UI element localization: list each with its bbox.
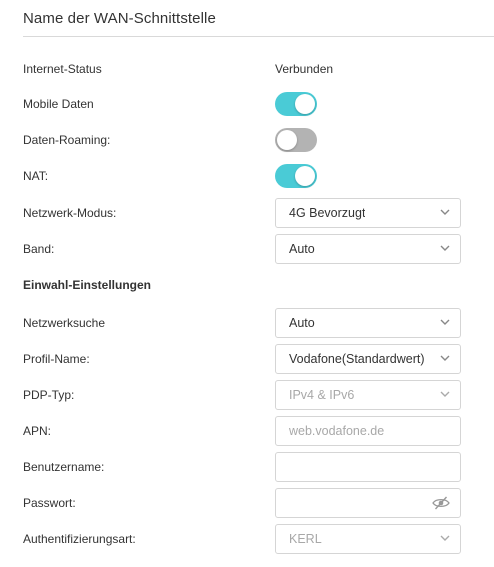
network-mode-label: Netzwerk-Modus:: [23, 206, 117, 220]
eye-off-icon[interactable]: [432, 496, 450, 510]
chevron-down-icon: [440, 319, 450, 325]
nat-label: NAT:: [23, 169, 49, 183]
band-select[interactable]: Auto: [275, 234, 461, 264]
chevron-down-icon: [440, 535, 450, 541]
network-mode-value: 4G Bevorzugt: [289, 206, 366, 220]
password-label: Passwort:: [23, 496, 76, 510]
chevron-down-icon: [440, 209, 450, 215]
mobile-data-label: Mobile Daten: [23, 97, 94, 111]
section-title: Name der WAN-Schnittstelle: [23, 10, 216, 27]
nat-row: NAT:: [23, 161, 483, 191]
section-divider: [23, 36, 494, 37]
password-row: Passwort:: [23, 488, 483, 518]
password-field[interactable]: [275, 488, 461, 518]
apn-field: web.vodafone.de: [275, 416, 461, 446]
chevron-down-icon: [440, 391, 450, 397]
toggle-knob: [295, 94, 315, 114]
band-label: Band:: [23, 242, 55, 256]
profile-name-row: Profil-Name: Vodafone(Standardwert): [23, 344, 483, 374]
toggle-knob: [277, 130, 297, 150]
band-value: Auto: [289, 242, 315, 256]
apn-row: APN: web.vodafone.de: [23, 416, 483, 446]
pdp-type-select: IPv4 & IPv6: [275, 380, 461, 410]
roaming-toggle[interactable]: [275, 128, 317, 152]
network-search-select[interactable]: Auto: [275, 308, 461, 338]
chevron-down-icon: [440, 355, 450, 361]
apn-label: APN:: [23, 424, 52, 438]
chevron-down-icon: [440, 245, 450, 251]
pdp-type-label: PDP-Typ:: [23, 388, 75, 402]
network-search-value: Auto: [289, 316, 315, 330]
roaming-label: Daten-Roaming:: [23, 133, 111, 147]
toggle-knob: [295, 166, 315, 186]
network-search-row: Netzwerksuche Auto: [23, 308, 483, 338]
auth-type-row: Authentifizierungsart: KERL: [23, 524, 483, 554]
internet-status-label: Internet-Status: [23, 62, 102, 76]
username-field[interactable]: [275, 452, 461, 482]
pdp-type-row: PDP-Typ: IPv4 & IPv6: [23, 380, 483, 410]
username-label: Benutzername:: [23, 460, 105, 474]
roaming-row: Daten-Roaming:: [23, 125, 483, 155]
auth-type-value: KERL: [289, 532, 322, 546]
profile-name-select[interactable]: Vodafone(Standardwert): [275, 344, 461, 374]
mobile-data-toggle[interactable]: [275, 92, 317, 116]
pdp-type-value: IPv4 & IPv6: [289, 388, 355, 402]
network-mode-row: Netzwerk-Modus: 4G Bevorzugt: [23, 198, 483, 228]
nat-toggle[interactable]: [275, 164, 317, 188]
username-row: Benutzername:: [23, 452, 483, 482]
profile-name-value: Vodafone(Standardwert): [289, 352, 425, 366]
network-mode-select[interactable]: 4G Bevorzugt: [275, 198, 461, 228]
network-search-label: Netzwerksuche: [23, 316, 106, 330]
dial-settings-heading: Einwahl-Einstellungen: [23, 278, 152, 292]
apn-value: web.vodafone.de: [289, 424, 385, 438]
internet-status-row: Internet-Status Verbunden: [23, 54, 483, 84]
auth-type-select: KERL: [275, 524, 461, 554]
mobile-data-row: Mobile Daten: [23, 89, 483, 119]
dial-settings-heading-row: Einwahl-Einstellungen: [23, 270, 483, 300]
auth-type-label: Authentifizierungsart:: [23, 532, 136, 546]
band-row: Band: Auto: [23, 234, 483, 264]
profile-name-label: Profil-Name:: [23, 352, 90, 366]
internet-status-value: Verbunden: [275, 62, 334, 76]
